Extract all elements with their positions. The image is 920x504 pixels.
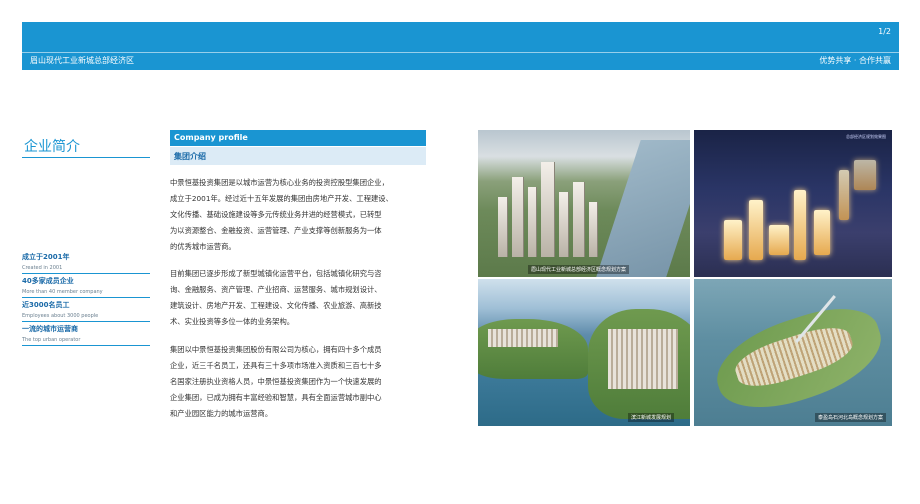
profile-paragraph-1: 中景恒基投资集团是以城市运营为核心业务的投资控股型集团企业， 成立于2001年。… [170, 175, 432, 255]
photo-caption: 眉山现代工业新城总部经济区概念规划方案 [528, 265, 630, 274]
fact-cn: 近3000名员工 [22, 301, 70, 309]
tower-shape [541, 162, 555, 257]
paragraph-line: 目前集团已逐步形成了新型城镇化运营平台，包括城镇化研究与咨 [170, 269, 382, 278]
header-title: 眉山现代工业新城总部经济区 [30, 56, 134, 65]
bay-render-photo: 滨江新城发展规划 [478, 279, 690, 426]
fact-divider [22, 273, 150, 274]
night-render-photo: 总部经济区规划效果图 [694, 130, 892, 277]
building-blocks-shape [608, 329, 678, 389]
profile-paragraph-3: 集团以中景恒基投资集团股份有限公司为核心，拥有四十多个成员 企业，近三千名员工，… [170, 342, 432, 422]
fact-cn: 一流的城市运营商 [22, 325, 78, 333]
paragraph-line: 企业集团，已成为拥有丰富经验和智慧，具有全面运营城市副中心 [170, 393, 382, 402]
lit-building-shape [814, 210, 830, 255]
fact-divider [22, 321, 150, 322]
paragraph-line: 和产业园区能力的城市运营商。 [170, 409, 273, 418]
paragraph-line: 询、金融服务、资产管理、产业招商、运营服务、城市规划设计、 [170, 285, 382, 294]
fact-en: Created in 2001 [22, 265, 63, 271]
fact-divider [22, 345, 150, 346]
island-render-photo: 泰盈岛石河北岛概念规划方案 [694, 279, 892, 426]
tower-shape [498, 197, 508, 257]
section-title-rule [22, 157, 150, 158]
paragraph-line: 企业，近三千名员工，还具有三十多项市场准入资质和三百七十多 [170, 361, 382, 370]
paragraph-line: 术、实业投资等多位一体的业务架构。 [170, 317, 295, 326]
tower-shape [589, 202, 598, 257]
paragraph-line: 为以资源整合、金融投资、运营管理、产业支撑等创新服务为一体 [170, 226, 382, 235]
fact-cn: 40多家成员企业 [22, 277, 74, 285]
lit-building-shape [749, 200, 763, 260]
fact-item-operator: 一流的城市运营商 The top urban operator [22, 324, 150, 343]
paragraph-line: 名国家注册执业资格人员，中景恒基投资集团作为一个快速发展的 [170, 377, 382, 386]
company-profile-bar: Company profile [170, 130, 426, 146]
photo-caption: 滨江新城发展规划 [628, 413, 675, 422]
fact-item-founded: 成立于2001年 Created in 2001 [22, 252, 150, 271]
header-band: 1/2 眉山现代工业新城总部经济区 优势共享 · 合作共赢 [22, 22, 899, 70]
paragraph-line: 文化传播、基础设施建设等多元传统业务并进的经营模式，已转型 [170, 210, 382, 219]
tower-shape [512, 177, 524, 257]
profile-paragraph-2: 目前集团已逐步形成了新型城镇化运营平台，包括城镇化研究与咨 询、金融服务、资产管… [170, 266, 432, 330]
group-intro-subheading: 集团介绍 [170, 147, 426, 165]
fact-item-employees: 近3000名员工 Employees about 3000 people [22, 300, 150, 319]
lit-building-shape [724, 220, 742, 260]
tower-shape [528, 187, 537, 257]
fact-en: More than 40 member company [22, 289, 103, 295]
city-render-photo: 眉山现代工业新城总部经济区概念规划方案 [478, 130, 690, 277]
header-slogan: 优势共享 · 合作共赢 [819, 56, 891, 65]
fact-divider [22, 297, 150, 298]
tower-shape [573, 182, 585, 257]
land-shape [478, 319, 588, 379]
photo-caption-top: 总部经济区规划效果图 [846, 134, 886, 139]
photo-caption: 泰盈岛石河北岛概念规划方案 [814, 413, 886, 422]
lit-building-shape [854, 160, 876, 190]
tower-shape [559, 192, 569, 257]
section-title: 企业简介 [24, 139, 80, 155]
fact-en: Employees about 3000 people [22, 313, 99, 319]
paragraph-line: 集团以中景恒基投资集团股份有限公司为核心，拥有四十多个成员 [170, 345, 382, 354]
river-shape [595, 140, 690, 277]
paragraph-line: 中景恒基投资集团是以城市运营为核心业务的投资控股型集团企业， [170, 178, 389, 187]
paragraph-line: 成立于2001年。经过近十五年发展的集团由房地产开发、工程建设、 [170, 194, 393, 203]
fact-item-members: 40多家成员企业 More than 40 member company [22, 276, 150, 295]
lit-building-shape [839, 170, 849, 220]
fact-en: The top urban operator [22, 337, 81, 343]
paragraph-line: 建筑设计、房地产开发、工程建设、文化传播、农业旅游、高新技 [170, 301, 382, 310]
page-number: 1/2 [878, 27, 891, 36]
fact-cn: 成立于2001年 [22, 253, 70, 261]
paragraph-line: 的优秀城市运营商。 [170, 242, 236, 251]
lit-building-shape [794, 190, 806, 260]
lit-building-shape [769, 225, 789, 255]
header-divider [22, 52, 899, 53]
building-blocks-shape [488, 329, 558, 347]
